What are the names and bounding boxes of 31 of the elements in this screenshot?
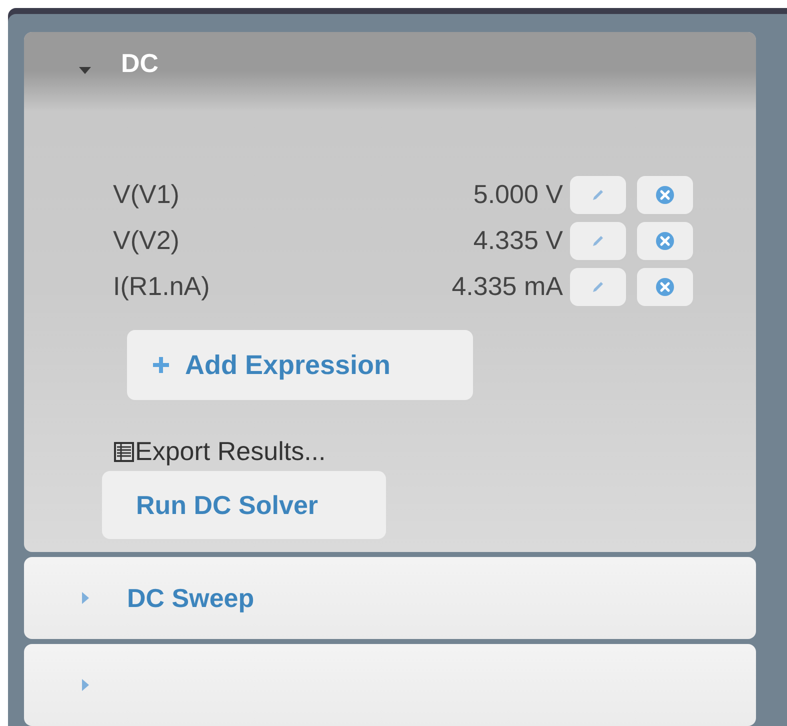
caret-down-icon: [79, 67, 91, 75]
expression-value: 4.335 V: [472, 224, 563, 257]
expression-value: 5.000 V: [472, 178, 563, 211]
pencil-icon: [591, 188, 605, 202]
accordion-header[interactable]: DC Sweep: [24, 557, 756, 639]
export-results-link[interactable]: Export Results...: [113, 432, 756, 471]
section-title: DC: [121, 46, 159, 80]
pencil-icon: [591, 280, 605, 294]
run-solver-button[interactable]: Run DC Solver: [102, 471, 386, 539]
pencil-icon: [591, 234, 605, 248]
expression-label: V(V1): [113, 178, 180, 211]
remove-button[interactable]: [637, 268, 693, 306]
expression-label: I(R1.nA): [113, 270, 211, 303]
close-icon: [655, 276, 675, 296]
caret-right-icon: [82, 679, 89, 691]
accordion-header[interactable]: [24, 644, 756, 726]
remove-button[interactable]: [637, 222, 693, 260]
edit-button[interactable]: [570, 222, 626, 260]
plus-icon: [153, 357, 169, 373]
expression-value: 4.335 mA: [450, 270, 563, 303]
edit-button[interactable]: [570, 176, 626, 214]
close-icon: [655, 184, 675, 204]
table-icon: [113, 440, 135, 462]
section-title: DC Sweep: [127, 582, 254, 614]
caret-right-icon: [82, 592, 89, 604]
remove-button[interactable]: [637, 176, 693, 214]
expression-label: V(V2): [113, 224, 180, 257]
close-icon: [655, 230, 675, 250]
accordion-header[interactable]: DC: [24, 32, 756, 110]
edit-button[interactable]: [570, 268, 626, 306]
add-expression-button[interactable]: Add Expression: [127, 330, 473, 400]
